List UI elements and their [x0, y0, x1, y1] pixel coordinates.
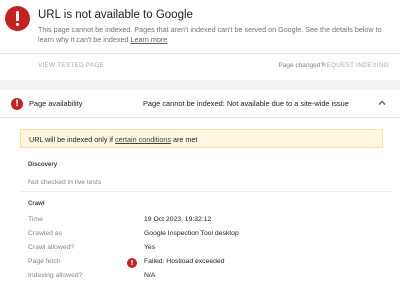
chevron-up-icon[interactable]	[376, 97, 388, 109]
crawl-row-label: Crawl allowed?	[28, 244, 75, 251]
discovery-note: Not checked in live tests	[28, 179, 102, 186]
crawl-section-title: Crawl	[28, 200, 45, 207]
crawl-row-label: Page fetch	[28, 258, 61, 265]
notice-text: URL will be indexed only if certain cond…	[29, 135, 197, 144]
certain-conditions-link[interactable]: certain conditions	[115, 135, 171, 144]
divider	[20, 191, 392, 192]
crawl-row-value: 19 Oct 2023, 19:32:12	[144, 216, 212, 223]
page-availability-label: Page availability	[29, 99, 83, 108]
learn-more-link[interactable]: Learn more	[130, 35, 167, 44]
indexing-conditions-notice: URL will be indexed only if certain cond…	[20, 129, 383, 148]
crawl-row-value: N/A	[144, 272, 156, 279]
crawl-row-label: Indexing allowed?	[28, 272, 83, 279]
crawl-row-value: Google Inspection Tool desktop	[144, 230, 239, 237]
error-circle-icon: !	[127, 258, 137, 268]
verdict-description: This page cannot be indexed. Pages that …	[38, 25, 390, 45]
crawl-row-label: Crawled as	[28, 230, 62, 237]
page-availability-status: Page cannot be indexed: Not available du…	[143, 99, 349, 108]
view-tested-page-button[interactable]: VIEW TESTED PAGE	[38, 62, 104, 69]
crawl-row-value: Yes	[144, 244, 156, 251]
verdict-description-text: This page cannot be indexed. Pages that …	[38, 25, 382, 44]
page-availability-card: ! Page availability Page cannot be index…	[0, 90, 400, 291]
crawl-row-label: Time	[28, 216, 43, 223]
error-circle-icon	[5, 6, 30, 31]
notice-suffix: are met	[170, 135, 198, 144]
error-circle-icon: !	[11, 98, 23, 110]
notice-prefix: URL will be indexed only if	[29, 135, 116, 144]
verdict-card: URL is not available to Google This page…	[0, 0, 400, 80]
action-row: VIEW TESTED PAGE Page changed? REQUEST I…	[0, 54, 400, 79]
request-indexing-button[interactable]: REQUEST INDEXING	[322, 62, 389, 69]
crawl-row-value: Failed: Hostload exceeded	[144, 258, 225, 265]
page-changed-label: Page changed?	[278, 62, 324, 69]
discovery-section-title: Discovery	[28, 161, 58, 168]
verdict-title: URL is not available to Google	[38, 9, 193, 21]
page-availability-header[interactable]: ! Page availability Page cannot be index…	[0, 90, 400, 118]
